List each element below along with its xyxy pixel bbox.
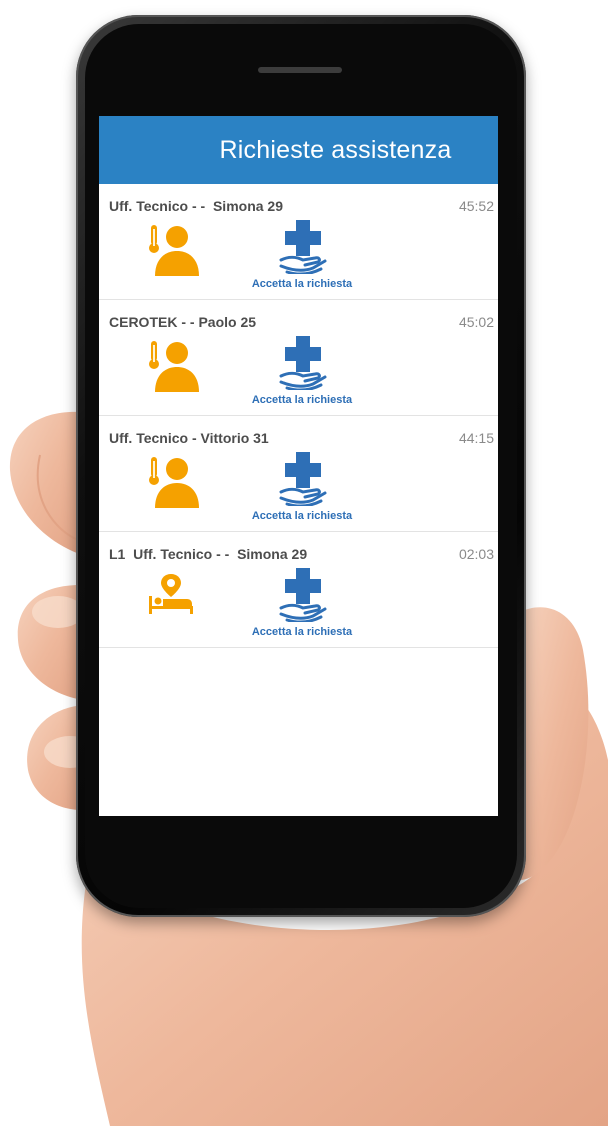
request-item[interactable]: Uff. Tecnico - - Simona 29 45:52 Accetta… xyxy=(99,184,498,300)
accept-request-label: Accetta la richiesta xyxy=(251,510,353,522)
medical-hand-icon xyxy=(279,568,327,622)
request-name: CEROTEK - - Paolo 25 xyxy=(109,314,257,330)
app-header: Richieste assistenza xyxy=(99,116,498,184)
accept-request-button[interactable]: Accetta la richiesta xyxy=(237,336,367,412)
person-temperature-icon xyxy=(149,225,199,276)
person-temperature-icon xyxy=(149,341,199,392)
request-name: Uff. Tecnico - Vittorio 31 xyxy=(109,430,269,446)
request-elapsed-time: 44:15 xyxy=(458,430,494,446)
accept-request-label: Accetta la richiesta xyxy=(251,626,353,638)
phone-screen: Richieste assistenza Uff. Tecnico - - Si… xyxy=(99,116,498,816)
accept-request-button[interactable]: Accetta la richiesta xyxy=(237,452,367,528)
medical-hand-icon xyxy=(279,336,327,390)
request-elapsed-time: 02:03 xyxy=(458,546,494,562)
request-item[interactable]: L1 Uff. Tecnico - - Simona 29 02:03 Acce… xyxy=(99,532,498,648)
request-list: Uff. Tecnico - - Simona 29 45:52 Accetta… xyxy=(99,184,498,648)
medical-hand-icon xyxy=(279,452,327,506)
request-name: L1 Uff. Tecnico - - Simona 29 xyxy=(109,546,308,562)
request-elapsed-time: 45:52 xyxy=(458,198,494,214)
request-name: Uff. Tecnico - - Simona 29 xyxy=(109,198,283,214)
bed-location-icon xyxy=(149,574,193,614)
accept-request-label: Accetta la richiesta xyxy=(251,394,353,406)
accept-request-button[interactable]: Accetta la richiesta xyxy=(237,220,367,296)
request-item[interactable]: Uff. Tecnico - Vittorio 31 44:15 Accetta… xyxy=(99,416,498,532)
request-item[interactable]: CEROTEK - - Paolo 25 45:02 Accetta la ri… xyxy=(99,300,498,416)
medical-hand-icon xyxy=(279,220,327,274)
accept-request-label: Accetta la richiesta xyxy=(251,278,353,290)
accept-request-button[interactable]: Accetta la richiesta xyxy=(237,568,367,644)
phone-speaker xyxy=(258,67,342,73)
page-title: Richieste assistenza xyxy=(219,135,452,164)
request-elapsed-time: 45:02 xyxy=(458,314,494,330)
person-temperature-icon xyxy=(149,457,199,508)
